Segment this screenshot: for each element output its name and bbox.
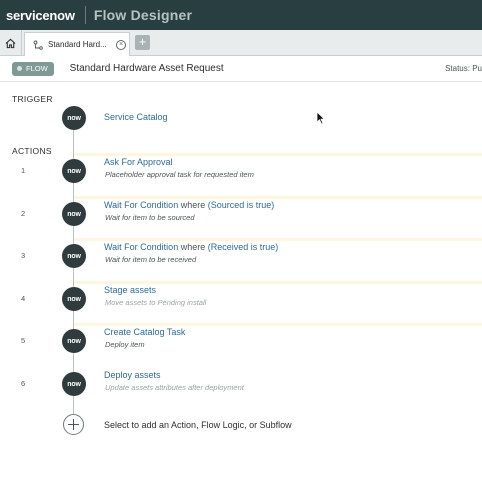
step-number: 5 xyxy=(21,336,26,345)
servicenow-step-icon: now xyxy=(62,372,86,396)
action-description: Deploy item xyxy=(105,340,145,349)
brand-divider xyxy=(84,6,86,24)
top-navigation-bar: servicenow Flow Designer xyxy=(0,0,482,30)
where-keyword: where xyxy=(180,200,206,210)
action-description: Placeholder approval task for requested … xyxy=(105,170,254,179)
action-row-1[interactable]: 1 now Ask For Approval Placeholder appro… xyxy=(0,153,482,186)
add-tab-button[interactable]: + xyxy=(135,35,150,50)
servicenow-step-icon: now xyxy=(62,244,86,268)
action-title-name: Wait For Condition xyxy=(104,242,179,252)
add-step-icon[interactable] xyxy=(63,414,84,435)
servicenow-step-icon: now xyxy=(62,202,86,226)
action-row-5[interactable]: 5 now Create Catalog Task Deploy item xyxy=(0,323,482,356)
tab-bar: Standard Hard... × + xyxy=(0,30,482,56)
close-icon[interactable]: × xyxy=(116,39,126,50)
flow-name[interactable]: Standard Hardware Asset Request xyxy=(70,63,224,74)
flow-icon xyxy=(33,40,43,50)
step-number: 2 xyxy=(21,209,26,218)
action-title[interactable]: Create Catalog Task xyxy=(104,327,185,337)
step-number: 3 xyxy=(21,251,26,260)
flow-type-badge: FLOW xyxy=(12,61,54,76)
servicenow-logo[interactable]: servicenow xyxy=(0,8,75,23)
step-number: 4 xyxy=(21,294,26,303)
tab-standard-hardware[interactable]: Standard Hard... × xyxy=(24,32,130,56)
row-highlight xyxy=(74,238,482,241)
add-step-row[interactable]: Select to add an Action, Flow Logic, or … xyxy=(0,412,482,438)
condition-text: (Sourced is true) xyxy=(207,200,275,210)
action-description: Wait for item to be sourced xyxy=(105,213,195,222)
where-keyword: where xyxy=(180,242,206,252)
add-step-label[interactable]: Select to add an Action, Flow Logic, or … xyxy=(104,420,292,430)
mouse-cursor-icon xyxy=(316,111,326,125)
app-title: Flow Designer xyxy=(93,7,193,23)
action-description: Update assets attributes after deploymen… xyxy=(105,383,244,392)
servicenow-step-icon: now xyxy=(62,159,86,183)
status-dot-icon xyxy=(17,66,22,71)
home-button[interactable] xyxy=(0,30,22,56)
action-title[interactable]: Ask For Approval xyxy=(104,157,173,167)
actions-section-label: ACTIONS xyxy=(12,146,52,156)
servicenow-step-icon: now xyxy=(62,287,86,311)
action-row-4[interactable]: 4 now Stage assets Move assets to Pendin… xyxy=(0,281,482,314)
servicenow-step-icon: now xyxy=(62,329,86,353)
home-icon xyxy=(5,38,16,48)
row-highlight xyxy=(74,281,482,284)
row-highlight xyxy=(74,196,482,199)
flow-header: FLOW Standard Hardware Asset Request Sta… xyxy=(0,56,482,82)
condition-text: (Received is true) xyxy=(207,242,279,252)
flow-badge-label: FLOW xyxy=(26,64,48,73)
action-row-3[interactable]: 3 now Wait For Condition where (Received… xyxy=(0,238,482,271)
tab-label: Standard Hard... xyxy=(48,40,107,49)
step-number: 1 xyxy=(21,166,26,175)
action-title[interactable]: Deploy assets xyxy=(104,370,161,380)
row-highlight xyxy=(74,153,482,156)
action-description: Wait for item to be received xyxy=(105,255,197,264)
action-title-name: Wait For Condition xyxy=(104,200,179,210)
step-number: 6 xyxy=(21,379,26,388)
action-title[interactable]: Wait For Condition where (Sourced is tru… xyxy=(104,200,274,210)
flow-status: Status: Pu xyxy=(445,64,482,73)
action-row-6[interactable]: 6 now Deploy assets Update assets attrib… xyxy=(0,369,482,399)
trigger-row[interactable]: now Service Catalog xyxy=(0,103,482,133)
row-highlight xyxy=(74,323,482,326)
trigger-title[interactable]: Service Catalog xyxy=(104,112,168,122)
action-row-2[interactable]: 2 now Wait For Condition where (Sourced … xyxy=(0,196,482,229)
action-title[interactable]: Wait For Condition where (Received is tr… xyxy=(104,242,278,252)
action-description: Move assets to Pending install xyxy=(105,298,207,307)
action-title[interactable]: Stage assets xyxy=(104,285,156,295)
servicenow-step-icon: now xyxy=(62,106,86,130)
